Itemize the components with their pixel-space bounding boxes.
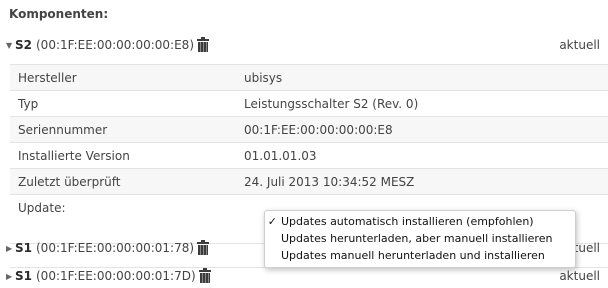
update-option-auto[interactable]: ✓ Updates automatisch installieren (empf… xyxy=(265,213,575,230)
detail-row-seriennummer: Seriennummer 00:1F:EE:00:00:00:00:E8 xyxy=(10,116,608,142)
option-label: Updates manuell herunterladen und instal… xyxy=(281,249,545,262)
detail-row-zuletzt: Zuletzt überprüft 24. Juli 2013 10:34:52… xyxy=(10,168,608,194)
detail-key: Seriennummer xyxy=(18,122,108,137)
triangle-down-icon[interactable]: ▼ xyxy=(0,41,12,50)
detail-value: 01.01.01.03 xyxy=(244,148,317,163)
device-status: aktuell xyxy=(559,38,600,52)
trash-icon[interactable] xyxy=(198,268,211,283)
triangle-right-icon[interactable]: ▶ xyxy=(0,272,12,281)
detail-row-hersteller: Hersteller ubisys xyxy=(10,64,608,90)
device-mac: (00:1F:EE:00:00:00:01:78) xyxy=(36,241,195,255)
device-name: S1 xyxy=(15,269,32,283)
detail-key: Zuletzt überprüft xyxy=(18,174,121,189)
checkmark-icon: ✓ xyxy=(267,215,277,228)
trash-icon[interactable] xyxy=(197,240,210,255)
device-name: S2 xyxy=(15,38,32,52)
device-name: S1 xyxy=(15,241,32,255)
detail-value: ubisys xyxy=(244,70,283,85)
detail-key: Typ xyxy=(18,96,39,111)
detail-value: Leistungsschalter S2 (Rev. 0) xyxy=(244,96,419,111)
device-status: aktuell xyxy=(559,269,600,283)
update-options-menu[interactable]: ✓ Updates automatisch installieren (empf… xyxy=(264,210,576,268)
triangle-right-icon[interactable]: ▶ xyxy=(0,244,12,253)
update-option-download[interactable]: Updates herunterladen, aber manuell inst… xyxy=(265,230,575,247)
detail-key: Hersteller xyxy=(18,70,77,85)
device-details-table: Hersteller ubisys Typ Leistungsschalter … xyxy=(10,64,608,220)
trash-icon[interactable] xyxy=(197,37,209,52)
device-mac: (00:1F:EE:00:00:00:01:7D) xyxy=(36,269,196,283)
update-option-manual[interactable]: Updates manuell herunterladen und instal… xyxy=(265,247,575,264)
detail-value: 00:1F:EE:00:00:00:00:E8 xyxy=(244,122,393,137)
option-label: Updates automatisch installieren (empfoh… xyxy=(281,215,534,228)
section-title: Komponenten: xyxy=(9,7,109,21)
detail-value: 24. Juli 2013 10:34:52 MESZ xyxy=(244,174,415,189)
device-mac: (00:1F:EE:00:00:00:00:E8) xyxy=(36,38,194,52)
detail-key: Update: xyxy=(18,200,66,215)
device-row-s2[interactable]: ▼ S2 (00:1F:EE:00:00:00:00:E8) aktuell xyxy=(0,33,608,57)
option-label: Updates herunterladen, aber manuell inst… xyxy=(281,232,553,245)
detail-row-version: Installierte Version 01.01.01.03 xyxy=(10,142,608,168)
detail-row-typ: Typ Leistungsschalter S2 (Rev. 0) xyxy=(10,90,608,116)
detail-key: Installierte Version xyxy=(18,148,130,163)
